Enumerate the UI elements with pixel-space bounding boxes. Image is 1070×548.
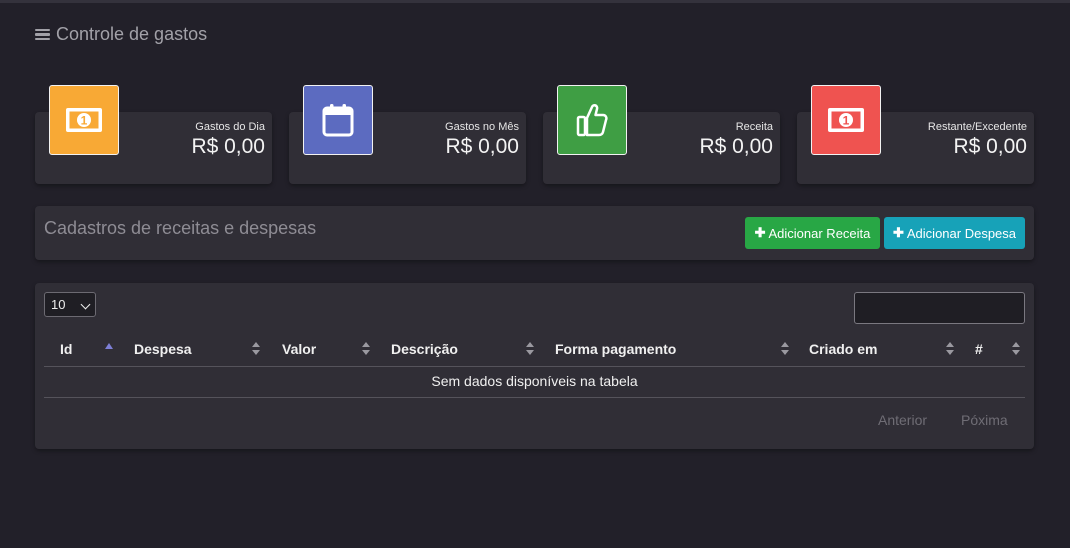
- top-border: [0, 0, 1070, 3]
- card-value: R$ 0,00: [191, 135, 265, 158]
- thumbs-up-icon: [557, 85, 627, 155]
- column-header-forma-pagamento[interactable]: Forma pagamento: [555, 341, 676, 357]
- column-header-actions[interactable]: #: [975, 341, 983, 357]
- card-gastos-mes: Gastos no Mês R$ 0,00: [289, 85, 526, 184]
- add-receita-button[interactable]: ✚ Adicionar Receita: [745, 217, 880, 249]
- column-header-despesa[interactable]: Despesa: [134, 341, 192, 357]
- sort-icon: [946, 342, 954, 356]
- sort-icon: [252, 342, 260, 356]
- page-length-value: 10: [51, 297, 66, 312]
- cadastros-panel: Cadastros de receitas e despesas ✚ Adici…: [35, 206, 1034, 260]
- sort-icon: [362, 342, 370, 356]
- card-label: Restante/Excedente: [927, 121, 1027, 133]
- empty-message: Sem dados disponíveis na tabela: [431, 373, 638, 389]
- table-panel: 10 Id Despesa Valor Descrição Forma paga…: [35, 283, 1034, 449]
- search-input[interactable]: [854, 292, 1025, 324]
- app-header: Controle de gastos: [35, 24, 207, 45]
- sort-icon: [1012, 342, 1020, 356]
- app-title: Controle de gastos: [56, 24, 208, 44]
- add-despesa-button[interactable]: ✚ Adicionar Despesa: [884, 217, 1025, 249]
- panel-title: Cadastros de receitas e despesas: [44, 218, 317, 238]
- add-despesa-label: Adicionar Despesa: [906, 225, 1017, 241]
- card-gastos-dia: 1 Gastos do Dia R$ 0,00: [35, 85, 272, 184]
- column-header-valor[interactable]: Valor: [282, 341, 316, 357]
- plus-icon: ✚: [892, 225, 904, 240]
- sort-asc-icon: [105, 343, 113, 349]
- plus-icon: ✚: [754, 225, 766, 240]
- sort-icon: [781, 342, 789, 356]
- page-length-select[interactable]: 10: [44, 292, 96, 317]
- money-bill-icon: 1: [811, 85, 881, 155]
- pagination-next[interactable]: Póxima: [961, 412, 1008, 428]
- column-header-descricao[interactable]: Descrição: [391, 341, 458, 357]
- card-value: R$ 0,00: [445, 135, 519, 158]
- card-restante: 1 Restante/Excedente R$ 0,00: [797, 85, 1034, 184]
- footer-divider: [44, 397, 1025, 398]
- card-label: Receita: [735, 121, 773, 133]
- money-bill-icon: 1: [49, 85, 119, 155]
- card-label: Gastos no Mês: [445, 121, 519, 133]
- header-divider: [44, 366, 1025, 367]
- add-receita-label: Adicionar Receita: [768, 225, 871, 241]
- column-header-id[interactable]: Id: [60, 341, 72, 357]
- card-value: R$ 0,00: [953, 135, 1027, 158]
- calendar-icon: [303, 85, 373, 155]
- chevron-down-icon: [80, 299, 91, 310]
- svg-text:1: 1: [81, 114, 88, 128]
- pagination-previous[interactable]: Anterior: [878, 412, 927, 428]
- sort-icon: [526, 342, 534, 356]
- card-label: Gastos do Dia: [195, 121, 265, 133]
- card-receita: Receita R$ 0,00: [543, 85, 780, 184]
- card-value: R$ 0,00: [699, 135, 773, 158]
- svg-text:1: 1: [843, 114, 850, 128]
- bars-icon[interactable]: [35, 28, 50, 41]
- column-header-criado-em[interactable]: Criado em: [809, 341, 877, 357]
